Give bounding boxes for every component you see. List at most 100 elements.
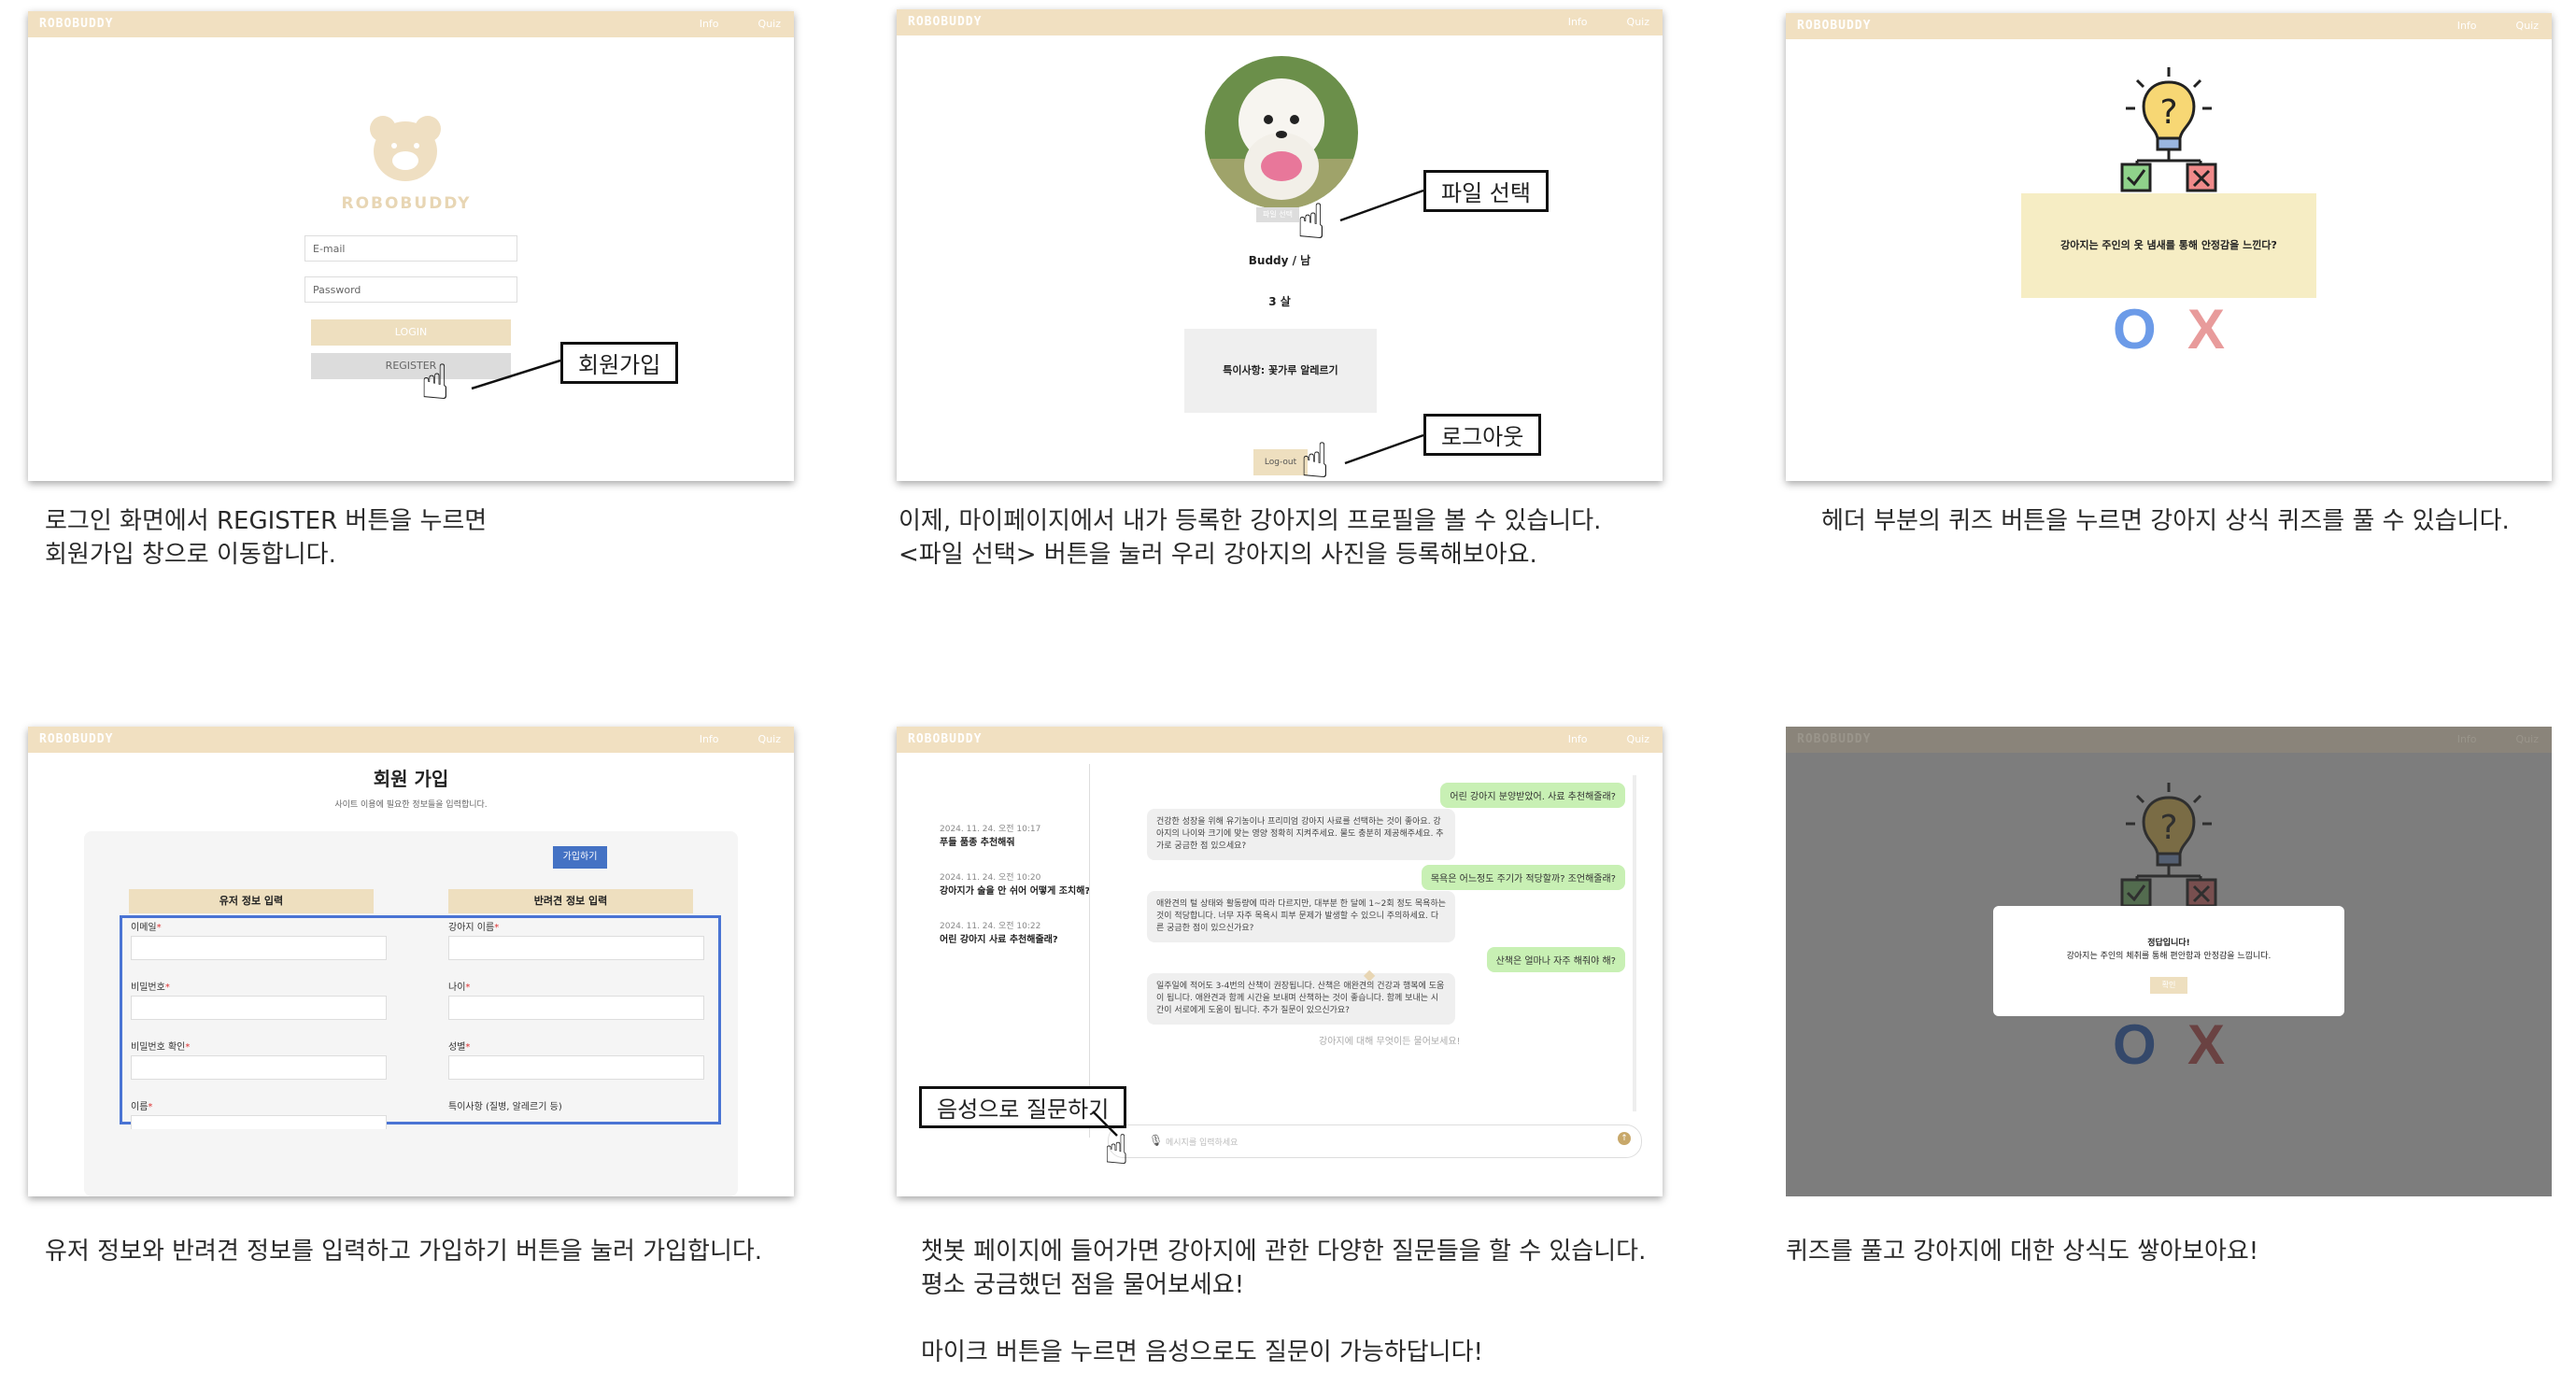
answer-o-button[interactable]: O	[2113, 297, 2157, 361]
nav-quiz[interactable]: Quiz	[1627, 733, 1649, 745]
pointer-hand-icon: ☝	[1296, 194, 1326, 250]
header: ROBOBUDDY Info Quiz	[897, 727, 1663, 753]
result-modal	[1993, 906, 2344, 1016]
nav-info[interactable]: Info	[1568, 16, 1588, 28]
gender-label: 성별*	[448, 1042, 471, 1053]
pointer-hand-icon: ☝	[420, 355, 450, 411]
callout-logout: 로그아웃	[1423, 414, 1542, 456]
pet-age: 3 살	[1268, 295, 1291, 308]
panel-mypage: ROBOBUDDY Info Quiz 파일 선택 ☝ Buddy / 남 3 살…	[897, 9, 1663, 481]
dog-name-label: 강아지 이름*	[448, 923, 500, 933]
logo[interactable]: ROBOBUDDY	[908, 15, 982, 29]
header: ROBOBUDDY Info Quiz	[28, 11, 794, 37]
page-subtitle: 사이트 이용에 필요한 정보들을 입력합니다.	[334, 800, 488, 810]
nav-quiz[interactable]: Quiz	[2516, 733, 2539, 745]
logo[interactable]: ROBOBUDDY	[1797, 732, 1871, 746]
history-item[interactable]: 2024. 11. 24. 오전 10:22 어린 강아지 사료 추천해줄래?	[940, 919, 1058, 945]
answer-x-button[interactable]: X	[2187, 297, 2225, 361]
age-field[interactable]	[448, 996, 704, 1020]
page-title: 회원 가입	[373, 768, 449, 790]
history-item[interactable]: 2024. 11. 24. 오전 10:17 푸들 품종 추천해줘	[940, 822, 1040, 848]
user-message: 목욕은 어느정도 주기가 적당할까? 조언해줄래?	[1421, 865, 1625, 890]
signup-name-field[interactable]	[131, 1115, 387, 1129]
dog-name-field[interactable]	[448, 936, 704, 960]
panel-signup: ROBOBUDDY Info Quiz 회원 가입 사이트 이용에 필요한 정보들…	[28, 727, 794, 1196]
nav-quiz[interactable]: Quiz	[2516, 20, 2539, 32]
age-label: 나이*	[448, 983, 471, 993]
header: ROBOBUDDY Info Quiz	[1786, 13, 2552, 39]
chat-hint: 강아지에 대해 무엇이든 물어보세요!	[1319, 1037, 1461, 1047]
dog-photo	[1205, 56, 1358, 209]
signup-password-field[interactable]	[131, 996, 387, 1020]
caption-5: 챗봇 페이지에 들어가면 강아지에 관한 다양한 질문들을 할 수 있습니다. …	[921, 1238, 1647, 1366]
login-button[interactable]: LOGIN	[311, 319, 511, 346]
nav-quiz[interactable]: Quiz	[758, 18, 781, 30]
answer-x-button[interactable]: X	[2187, 1012, 2225, 1077]
panel-quiz: ROBOBUDDY Info Quiz ? 강아지는 주인의 옷 냄새를 통해 안…	[1786, 13, 2552, 481]
mic-icon[interactable]: 🎙	[1149, 1134, 1163, 1147]
logo[interactable]: ROBOBUDDY	[39, 17, 113, 31]
callout-file-select: 파일 선택	[1423, 170, 1549, 212]
callout-register: 회원가입	[560, 342, 679, 384]
nav-info[interactable]: Info	[1568, 733, 1588, 745]
caption-1: 로그인 화면에서 REGISTER 버튼을 누르면 회원가입 창으로 이동합니다…	[45, 507, 488, 569]
password-confirm-label: 비밀번호 확인*	[131, 1042, 191, 1053]
user-info-header: 유저 정보 입력	[129, 889, 374, 913]
nav-quiz[interactable]: Quiz	[758, 733, 781, 745]
nav-quiz[interactable]: Quiz	[1627, 16, 1649, 28]
user-message: 어린 강아지 분양받았어. 사료 추천해줄래?	[1440, 783, 1625, 808]
quiz-lightbulb-icon: ?	[2120, 67, 2217, 192]
header: ROBOBUDDY Info Quiz	[1786, 727, 2552, 753]
bot-message: 애완견의 털 상태와 활동량에 따라 다르지만, 대부분 한 달에 1~2회 정…	[1147, 891, 1455, 942]
pet-info-header: 반려견 정보 입력	[448, 889, 693, 913]
pet-name-gender: Buddy / 남	[1248, 254, 1311, 267]
name-label: 이름*	[131, 1102, 153, 1112]
signup-password-confirm-field[interactable]	[131, 1055, 387, 1080]
quiz-question: 강아지는 주인의 옷 냄새를 통해 안정감을 느낀다?	[2021, 193, 2316, 298]
email-label: 이메일*	[131, 923, 162, 933]
bot-message: 건강한 성장을 위해 유기농이나 프리미엄 강아지 사료를 선택하는 것이 좋아…	[1147, 809, 1455, 860]
logo[interactable]: ROBOBUDDY	[908, 732, 982, 746]
result-text: 강아지는 주인의 체취를 통해 편안함과 안정감을 느낍니다.	[2066, 952, 2272, 961]
file-select-button[interactable]: 파일 선택	[1256, 207, 1299, 222]
caption-4: 유저 정보와 반려견 정보를 입력하고 가입하기 버튼을 눌러 가입합니다.	[45, 1238, 763, 1266]
chat-scrollbar[interactable]	[1633, 775, 1636, 1111]
chat-input[interactable]: 메시지를 입력하세요	[1166, 1136, 1238, 1148]
caption-3: 헤더 부분의 퀴즈 버튼을 누르면 강아지 상식 퀴즈를 풀 수 있습니다.	[1821, 507, 2510, 535]
pointer-hand-icon: ☝	[1300, 433, 1330, 481]
nav-info[interactable]: Info	[700, 733, 719, 745]
header: ROBOBUDDY Info Quiz	[28, 727, 794, 753]
history-item[interactable]: 2024. 11. 24. 오전 10:20 강아지가 술을 안 쉬어 어떻게 조…	[940, 870, 1090, 897]
signup-submit-button[interactable]: 가입하기	[553, 846, 607, 869]
brand-title: ROBOBUDDY	[341, 194, 472, 213]
email-field[interactable]: E-mail	[304, 235, 517, 262]
pointer-hand-icon: ☝	[1104, 1126, 1129, 1174]
password-label: 비밀번호*	[131, 983, 170, 993]
panel-login: ROBOBUDDY Info Quiz ROBOBUDDY E-mail Pass…	[28, 11, 794, 481]
svg-text:?: ?	[2159, 809, 2177, 847]
register-button[interactable]: REGISTER	[311, 353, 511, 379]
nav-info[interactable]: Info	[2457, 733, 2477, 745]
signup-email-field[interactable]	[131, 936, 387, 960]
quiz-lightbulb-icon: ?	[2120, 783, 2217, 908]
dog-logo-icon	[370, 116, 441, 181]
answer-o-button[interactable]: O	[2113, 1012, 2157, 1077]
password-field[interactable]: Password	[304, 276, 517, 303]
send-icon[interactable]: ↑	[1618, 1132, 1631, 1145]
notes-label: 특이사항 (질병, 알레르기 등)	[448, 1102, 562, 1112]
header: ROBOBUDDY Info Quiz	[897, 9, 1663, 35]
pet-notes: 특이사항: 꽃가루 알레르기	[1184, 329, 1377, 413]
svg-text:?: ?	[2159, 93, 2177, 132]
logo[interactable]: ROBOBUDDY	[39, 732, 113, 746]
bot-message: 일주일에 적어도 3-4번의 산책이 권장됩니다. 산책은 애완견의 건강과 행…	[1147, 973, 1455, 1025]
logo[interactable]: ROBOBUDDY	[1797, 19, 1871, 33]
caption-2: 이제, 마이페이지에서 내가 등록한 강아지의 프로필을 볼 수 있습니다. <…	[899, 507, 1602, 569]
caption-6: 퀴즈를 풀고 강아지에 대한 상식도 쌓아보아요!	[1786, 1238, 2259, 1266]
sidebar-divider	[1089, 764, 1090, 1138]
panel-quiz-result: ROBOBUDDY Info Quiz ? 정답입니다! 강아지는 주인의 체취를…	[1786, 727, 2552, 1196]
nav-info[interactable]: Info	[2457, 20, 2477, 32]
user-message: 산책은 얼마나 자주 해줘야 해?	[1486, 947, 1625, 972]
nav-info[interactable]: Info	[700, 18, 719, 30]
result-confirm-button[interactable]: 확인	[2150, 977, 2187, 994]
gender-field[interactable]	[448, 1055, 704, 1080]
